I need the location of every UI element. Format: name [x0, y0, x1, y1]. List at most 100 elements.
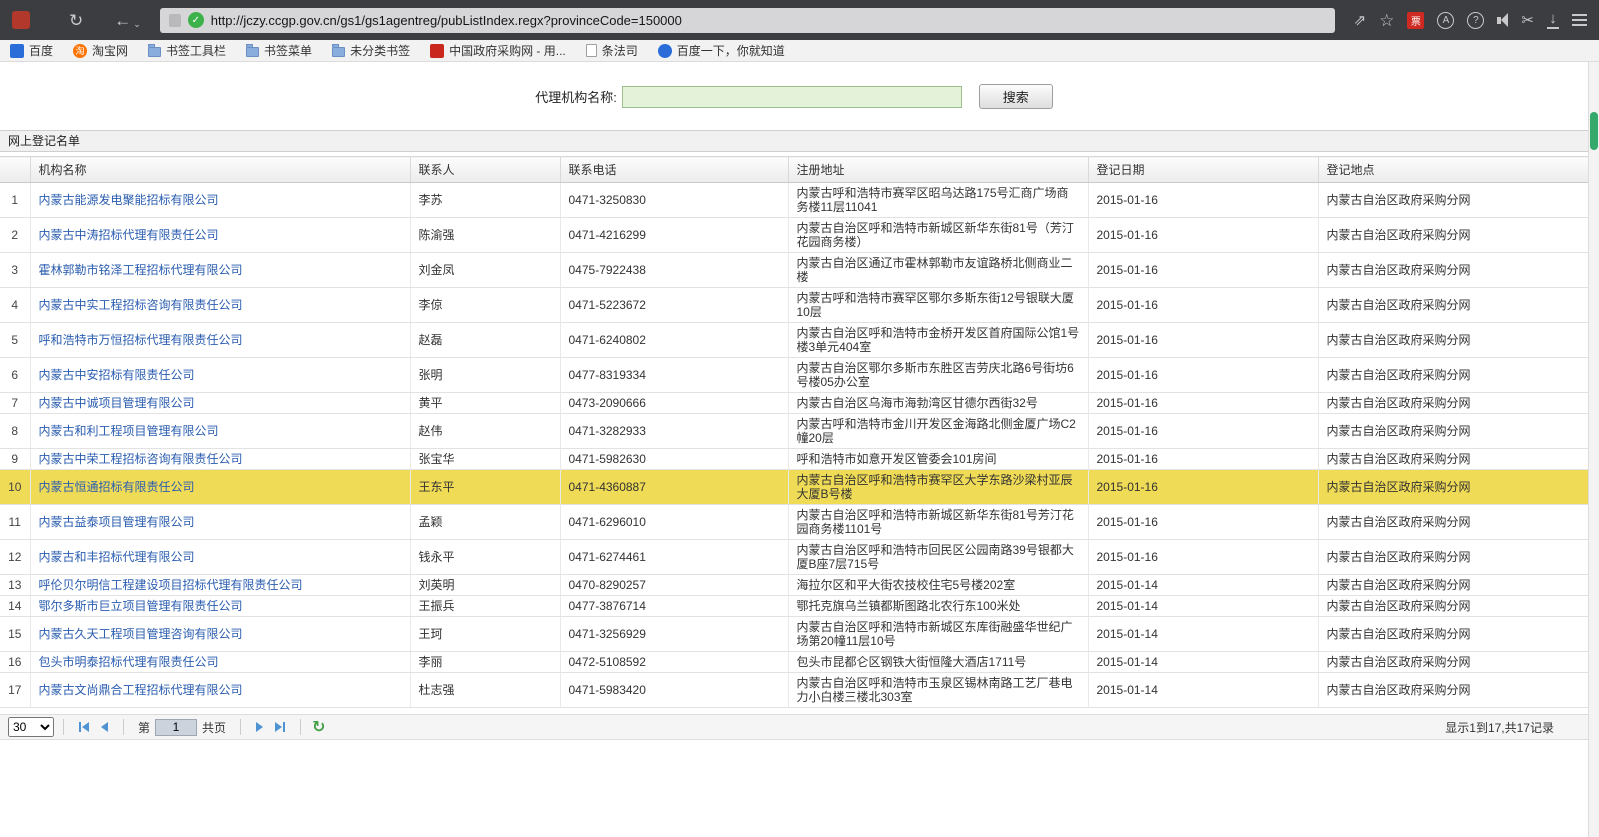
agency-name-link[interactable]: 内蒙古久天工程项目管理咨询有限公司 — [39, 627, 243, 641]
record-count-status: 显示1到17,共17记录 — [1445, 719, 1580, 736]
url-input[interactable] — [211, 13, 1326, 28]
column-header[interactable]: 机构名称 — [30, 157, 410, 183]
help-icon[interactable]: ? — [1467, 12, 1484, 29]
table-row[interactable]: 9 内蒙古中荣工程招标咨询有限责任公司 张宝华 0471-5982630 呼和浩… — [0, 449, 1588, 470]
phone-cell: 0470-8290257 — [560, 575, 788, 596]
next-page-button[interactable] — [256, 722, 263, 732]
column-header[interactable]: 联系电话 — [560, 157, 788, 183]
speaker-cone — [1501, 13, 1508, 27]
table-row[interactable]: 1 内蒙古能源发电聚能招标有限公司 李苏 0471-3250830 内蒙古呼和浩… — [0, 183, 1588, 218]
column-header[interactable]: 登记地点 — [1318, 157, 1588, 183]
bookmark-item[interactable]: 淘 淘宝网 — [73, 42, 128, 59]
table-row[interactable]: 2 内蒙古中涛招标代理有限责任公司 陈渝强 0471-4216299 内蒙古自治… — [0, 218, 1588, 253]
agency-name-link[interactable]: 内蒙古和利工程项目管理有限公司 — [39, 424, 219, 438]
agency-name-link[interactable]: 内蒙古中涛招标代理有限责任公司 — [39, 228, 219, 242]
agency-name-cell: 内蒙古中诚项目管理有限公司 — [30, 393, 410, 414]
table-row[interactable]: 12 内蒙古和丰招标代理有限公司 钱永平 0471-6274461 内蒙古自治区… — [0, 540, 1588, 575]
contact-cell: 王珂 — [410, 617, 560, 652]
folder-icon — [332, 47, 345, 57]
scrollbar-thumb[interactable] — [1590, 112, 1598, 150]
agency-name-link[interactable]: 内蒙古中实工程招标咨询有限责任公司 — [39, 298, 243, 312]
letter-a-icon[interactable]: A — [1437, 12, 1454, 29]
table-row[interactable]: 7 内蒙古中诚项目管理有限公司 黄平 0473-2090666 内蒙古自治区乌海… — [0, 393, 1588, 414]
bookmark-label: 未分类书签 — [350, 42, 410, 59]
page-number-input[interactable] — [155, 719, 197, 736]
prev-page-button[interactable] — [101, 722, 108, 732]
address-cell: 内蒙古自治区呼和浩特市金桥开发区首府国际公馆1号楼3单元404室 — [788, 323, 1088, 358]
agency-name-link[interactable]: 内蒙古文尚鼎合工程招标代理有限公司 — [39, 683, 243, 697]
location-cell: 内蒙古自治区政府采购分网 — [1318, 596, 1588, 617]
red-tile-extension-icon[interactable] — [12, 11, 30, 29]
folder-icon — [246, 47, 259, 57]
baidu-icon — [10, 44, 24, 58]
menu-icon[interactable] — [1572, 14, 1587, 26]
table-row[interactable]: 14 鄂尔多斯市巨立项目管理有限责任公司 王振兵 0477-3876714 鄂托… — [0, 596, 1588, 617]
agency-name-cell: 呼和浩特市万恒招标代理有限责任公司 — [30, 323, 410, 358]
agency-name-link[interactable]: 呼和浩特市万恒招标代理有限责任公司 — [39, 333, 243, 347]
agency-name-link[interactable]: 包头市明泰招标代理有限责任公司 — [39, 655, 219, 669]
agency-name-link[interactable]: 内蒙古中荣工程招标咨询有限责任公司 — [39, 452, 243, 466]
contact-cell: 李倞 — [410, 288, 560, 323]
scrollbar-track[interactable] — [1588, 62, 1599, 837]
first-page-button[interactable] — [79, 722, 89, 732]
table-row[interactable]: 5 呼和浩特市万恒招标代理有限责任公司 赵磊 0471-6240802 内蒙古自… — [0, 323, 1588, 358]
table-row[interactable]: 17 内蒙古文尚鼎合工程招标代理有限公司 杜志强 0471-5983420 内蒙… — [0, 673, 1588, 708]
table-header-row: 机构名称联系人联系电话注册地址登记日期登记地点 — [0, 157, 1588, 183]
speaker-icon[interactable] — [1497, 13, 1508, 27]
bookmark-star-icon[interactable]: ☆ — [1379, 12, 1394, 29]
table-row[interactable]: 3 霍林郭勒市铭泽工程招标代理有限公司 刘金凤 0475-7922438 内蒙古… — [0, 253, 1588, 288]
bookmark-item[interactable]: 中国政府采购网 - 用... — [430, 42, 566, 59]
last-page-button[interactable] — [275, 722, 285, 732]
table-row[interactable]: 4 内蒙古中实工程招标咨询有限责任公司 李倞 0471-5223672 内蒙古呼… — [0, 288, 1588, 323]
back-button[interactable]: ← ⌄ — [114, 12, 141, 29]
agency-name-link[interactable]: 内蒙古中安招标有限责任公司 — [39, 368, 195, 382]
table-body: 1 内蒙古能源发电聚能招标有限公司 李苏 0471-3250830 内蒙古呼和浩… — [0, 183, 1588, 708]
agency-name-link[interactable]: 内蒙古中诚项目管理有限公司 — [39, 396, 195, 410]
agency-name-cell: 内蒙古中实工程招标咨询有限责任公司 — [30, 288, 410, 323]
table-row[interactable]: 10 内蒙古恒通招标有限责任公司 王东平 0471-4360887 内蒙古自治区… — [0, 470, 1588, 505]
bookmark-item[interactable]: 书签工具栏 — [148, 42, 226, 59]
agency-name-link[interactable]: 内蒙古能源发电聚能招标有限公司 — [39, 193, 219, 207]
column-header[interactable]: 登记日期 — [1088, 157, 1318, 183]
table-row[interactable]: 13 呼伦贝尔明信工程建设项目招标代理有限责任公司 刘英明 0470-82902… — [0, 575, 1588, 596]
reload-grid-icon[interactable]: ↻ — [312, 717, 325, 737]
table-row[interactable]: 6 内蒙古中安招标有限责任公司 张明 0477-8319334 内蒙古自治区鄂尔… — [0, 358, 1588, 393]
table-row[interactable]: 15 内蒙古久天工程项目管理咨询有限公司 王珂 0471-3256929 内蒙古… — [0, 617, 1588, 652]
page-info-icon[interactable] — [169, 14, 181, 27]
agency-name-link[interactable]: 内蒙古和丰招标代理有限公司 — [39, 550, 195, 564]
agency-name-link[interactable]: 霍林郭勒市铭泽工程招标代理有限公司 — [39, 263, 243, 277]
column-header[interactable]: 联系人 — [410, 157, 560, 183]
bookmark-item[interactable]: 书签菜单 — [246, 42, 312, 59]
table-row[interactable]: 16 包头市明泰招标代理有限责任公司 李丽 0472-5108592 包头市昆都… — [0, 652, 1588, 673]
phone-cell: 0471-4216299 — [560, 218, 788, 253]
date-cell: 2015-01-14 — [1088, 617, 1318, 652]
bookmark-item[interactable]: 条法司 — [586, 42, 638, 59]
address-cell: 内蒙古自治区呼和浩特市回民区公园南路39号银都大厦B座7层715号 — [788, 540, 1088, 575]
agency-name-input[interactable] — [622, 86, 962, 108]
column-header[interactable]: 注册地址 — [788, 157, 1088, 183]
agency-name-link[interactable]: 鄂尔多斯市巨立项目管理有限责任公司 — [39, 599, 243, 613]
agency-name-link[interactable]: 内蒙古恒通招标有限责任公司 — [39, 480, 195, 494]
table-row[interactable]: 11 内蒙古益泰项目管理有限公司 孟颖 0471-6296010 内蒙古自治区呼… — [0, 505, 1588, 540]
search-button[interactable]: 搜索 — [979, 84, 1053, 109]
bookmark-item[interactable]: 未分类书签 — [332, 42, 410, 59]
security-check-icon[interactable]: ✓ — [188, 12, 204, 28]
phone-cell: 0471-6296010 — [560, 505, 788, 540]
share-icon[interactable]: ⇗ — [1354, 13, 1367, 28]
contact-cell: 王振兵 — [410, 596, 560, 617]
agency-name-cell: 内蒙古和利工程项目管理有限公司 — [30, 414, 410, 449]
page-size-select[interactable]: 30 — [8, 717, 54, 737]
bookmark-item[interactable]: 百度一下，你就知道 — [658, 42, 785, 59]
scissors-icon[interactable]: ✂ — [1521, 13, 1534, 28]
url-bar[interactable]: ✓ — [160, 8, 1335, 33]
refresh-icon[interactable]: ↻ — [69, 12, 83, 29]
address-cell: 内蒙古自治区呼和浩特市新城区东库街融盛华世纪广场第20幢11层10号 — [788, 617, 1088, 652]
table-row[interactable]: 8 内蒙古和利工程项目管理有限公司 赵伟 0471-3282933 内蒙古呼和浩… — [0, 414, 1588, 449]
bookmark-item[interactable]: 百度 — [10, 42, 53, 59]
row-number-cell: 12 — [0, 540, 30, 575]
agency-name-link[interactable]: 内蒙古益泰项目管理有限公司 — [39, 515, 195, 529]
agency-name-link[interactable]: 呼伦贝尔明信工程建设项目招标代理有限责任公司 — [39, 578, 303, 592]
red-extension-icon[interactable]: 票 — [1407, 12, 1424, 29]
download-icon[interactable]: ↓ — [1547, 11, 1559, 29]
contact-cell: 张宝华 — [410, 449, 560, 470]
